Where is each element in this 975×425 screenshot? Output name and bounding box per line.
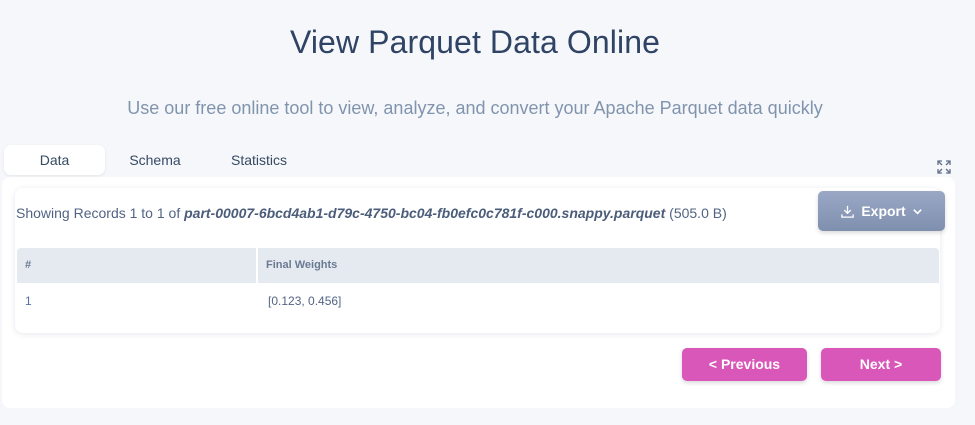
tab-statistics[interactable]: Statistics (205, 145, 313, 175)
chevron-down-icon (912, 208, 922, 215)
table-row: 1 [0.123, 0.456] (17, 283, 939, 319)
page-title: View Parquet Data Online (289, 24, 661, 60)
tab-bar: Data Schema Statistics (4, 145, 313, 175)
expand-icon[interactable] (936, 159, 952, 175)
export-button[interactable]: Export (818, 191, 945, 231)
download-icon (841, 205, 855, 218)
table-header: # Final Weights (17, 248, 939, 283)
data-table: # Final Weights 1 [0.123, 0.456] (17, 248, 939, 319)
records-summary-prefix: Showing Records 1 to 1 of (16, 205, 181, 221)
column-header-final-weights[interactable]: Final Weights (258, 248, 939, 283)
table-cell-final-weights: [0.123, 0.456] (268, 294, 342, 308)
next-button[interactable]: Next > (821, 348, 941, 381)
file-name: part-00007-6bcd4ab1-d79c-4750-bc04-fb0ef… (184, 205, 666, 221)
tab-data[interactable]: Data (4, 145, 105, 175)
table-cell-index: 1 (25, 294, 32, 308)
column-header-index[interactable]: # (17, 248, 258, 283)
previous-button[interactable]: < Previous (682, 348, 807, 381)
file-size: (505.0 B) (669, 205, 727, 221)
records-summary: Showing Records 1 to 1 of part-00007-6bc… (16, 205, 727, 221)
page-subtitle: Use our free online tool to view, analyz… (127, 98, 823, 118)
export-label: Export (861, 203, 906, 219)
tab-schema[interactable]: Schema (105, 145, 205, 175)
